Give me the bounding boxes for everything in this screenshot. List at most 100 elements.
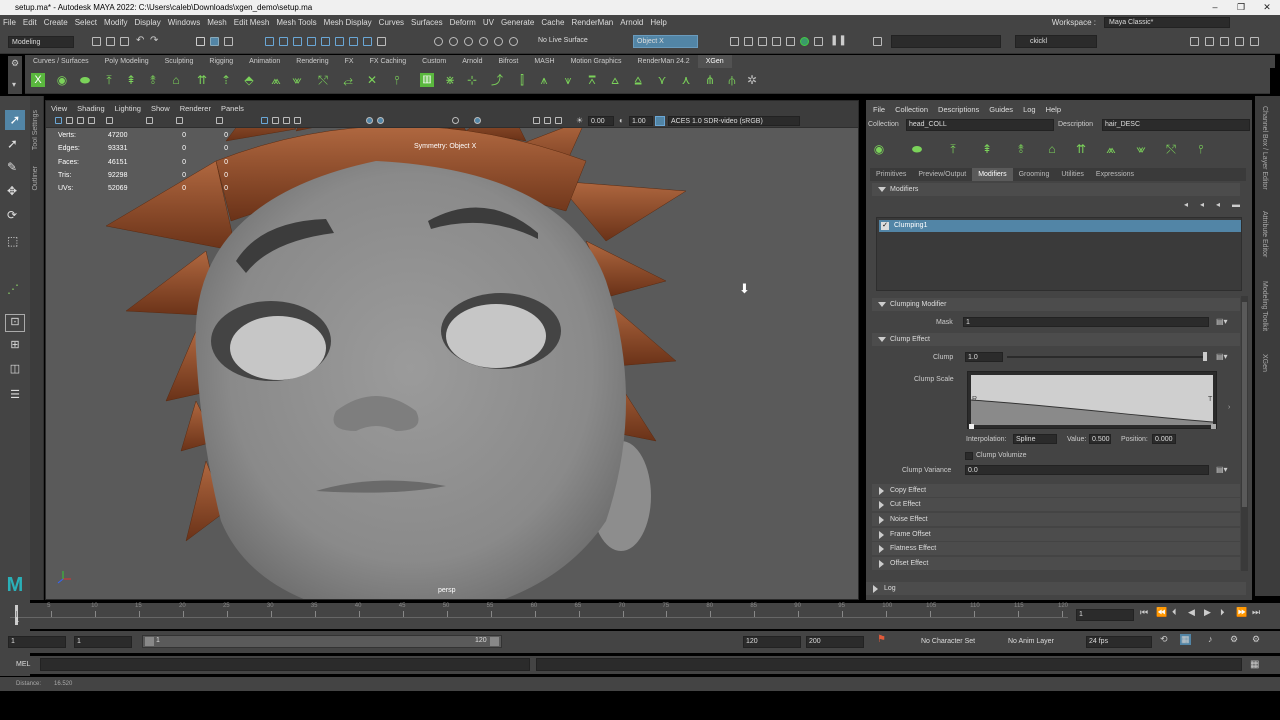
modifier-enable-checkbox[interactable]: ✓ — [881, 222, 889, 230]
shelf-menu-icon[interactable]: ▾ — [12, 80, 16, 89]
tab-utilities[interactable]: Utilities — [1055, 168, 1090, 181]
xg-menu-log[interactable]: Log — [1018, 105, 1041, 114]
snap-grid-icon[interactable] — [434, 37, 443, 46]
move-tool-icon[interactable]: ✥ — [7, 184, 17, 198]
groom-clump-icon[interactable]: ⩠ — [631, 73, 645, 87]
xg-clump-icon[interactable]: ⫯ — [1194, 142, 1208, 156]
groom-grab-icon[interactable]: ⩛ — [561, 73, 575, 87]
vp-menu-panels[interactable]: Panels — [216, 104, 249, 113]
shelf-tab-curves[interactable]: Curves / Surfaces — [25, 55, 97, 68]
groom-length-icon[interactable]: ⤴ — [490, 73, 504, 87]
step-back-frame-icon[interactable]: ⏴ — [1172, 607, 1177, 618]
render-view-icon[interactable] — [730, 37, 739, 46]
rotate-tool-icon[interactable]: ⟳ — [7, 208, 17, 222]
attribute-editor-tab[interactable]: Attribute Editor — [1261, 211, 1268, 257]
fps-dropdown[interactable]: 24 fps — [1086, 636, 1152, 648]
attribute-editor-icon[interactable] — [1220, 37, 1229, 46]
groom-select-icon[interactable]: ⋔ — [703, 73, 717, 87]
tab-modifiers[interactable]: Modifiers — [972, 168, 1013, 181]
flip-guides-icon[interactable]: ⤲ — [316, 73, 330, 87]
menu-arnold[interactable]: Arnold — [617, 18, 647, 27]
select-component-icon[interactable] — [224, 37, 233, 46]
menu-edit[interactable]: Edit — [20, 18, 41, 27]
modeling-toolkit-tab[interactable]: Modeling Toolkit — [1261, 281, 1268, 331]
clump-slider-track[interactable] — [1007, 352, 1207, 361]
xg-menu-file[interactable]: File — [868, 105, 890, 114]
shelf-tab-poly-modeling[interactable]: Poly Modeling — [97, 55, 157, 68]
shelf-settings-icon[interactable]: ⚙ — [11, 58, 19, 69]
guides-tool-icon[interactable]: ⥉ — [146, 73, 160, 87]
vp-menu-renderer[interactable]: Renderer — [175, 104, 216, 113]
lock-icon[interactable] — [377, 37, 386, 46]
select-tool-icon[interactable]: ➚ — [5, 110, 25, 130]
move-down-icon[interactable]: ◂ — [1200, 200, 1204, 209]
xg-convert-icon[interactable]: ⩖ — [1134, 142, 1148, 156]
ipr-render-icon[interactable] — [758, 37, 767, 46]
layer-icon[interactable]: ⬘ — [242, 73, 256, 87]
menu-deform[interactable]: Deform — [447, 18, 480, 27]
tab-expressions[interactable]: Expressions — [1090, 168, 1140, 181]
shelf-tab-rigging[interactable]: Rigging — [201, 55, 241, 68]
select-object-icon[interactable] — [210, 37, 219, 46]
mask-menu-icon[interactable]: ▤▾ — [1216, 317, 1228, 326]
select-hierarchy-icon[interactable] — [196, 37, 205, 46]
delete-modifier-icon[interactable]: ▬ — [1232, 200, 1240, 209]
menu-uv[interactable]: UV — [480, 18, 498, 27]
xg-grab-icon[interactable]: ⇈ — [1074, 142, 1088, 156]
ramp-key-start[interactable] — [969, 424, 974, 429]
menu-generate[interactable]: Generate — [498, 18, 538, 27]
vp-ao-icon[interactable] — [544, 117, 551, 124]
shelf-tab-motion-graphics[interactable]: Motion Graphics — [563, 55, 630, 68]
vp-aa-icon[interactable] — [555, 117, 562, 124]
mask-surfaces-icon[interactable] — [307, 37, 316, 46]
xg-menu-guides[interactable]: Guides — [984, 105, 1018, 114]
vp-xray-icon[interactable] — [474, 117, 481, 124]
cut-effect-header[interactable]: Cut Effect — [872, 498, 1240, 511]
menu-curves[interactable]: Curves — [376, 18, 408, 27]
groom-smooth-icon[interactable]: ⩞ — [585, 73, 599, 87]
symmetry-dropdown[interactable]: Object X — [633, 35, 698, 48]
character-set-dropdown[interactable]: No Character Set — [905, 636, 987, 648]
outliner-layout-icon[interactable]: ☰ — [5, 388, 25, 406]
menu-windows[interactable]: Windows — [165, 18, 204, 27]
preview-icon[interactable]: ▥ — [420, 73, 434, 87]
groom-extra-icon[interactable]: ✲ — [745, 73, 759, 87]
sidebar-toggle-icon[interactable] — [873, 37, 882, 46]
play-backward-icon[interactable]: ◀ — [1188, 607, 1195, 618]
vp-camera-attr-icon[interactable] — [66, 117, 73, 124]
undo-icon[interactable]: ↶ — [136, 35, 144, 46]
ramp-value-field[interactable]: 0.500 — [1089, 434, 1111, 444]
mask-joints-icon[interactable] — [279, 37, 288, 46]
tool-settings-tab[interactable]: Tool Settings — [32, 110, 39, 150]
anim-layer-dropdown[interactable]: No Anim Layer — [992, 636, 1074, 648]
ramp-expand-icon[interactable]: › — [1228, 404, 1230, 411]
select-description-icon[interactable]: ⬬ — [78, 73, 92, 87]
channel-box-tab[interactable]: Channel Box / Layer Editor — [1261, 106, 1268, 190]
four-view-icon[interactable]: ⊞ — [5, 338, 25, 356]
script-editor-icon[interactable]: ▦ — [1250, 659, 1259, 670]
clump-scale-ramp[interactable]: R T — [967, 371, 1217, 429]
vp-isolate-icon[interactable] — [452, 117, 459, 124]
select-guides-icon[interactable]: ⇞ — [124, 73, 138, 87]
cache-playback-icon[interactable]: ▦ — [1180, 634, 1191, 645]
tab-grooming[interactable]: Grooming — [1013, 168, 1056, 181]
smooth-guides-icon[interactable]: ⇡ — [219, 73, 233, 87]
loop-icon[interactable]: ⟲ — [1160, 634, 1168, 645]
workspace-dropdown[interactable]: Maya Classic* — [1104, 17, 1230, 28]
vp-shadows-icon[interactable] — [377, 117, 384, 124]
open-scene-icon[interactable] — [106, 37, 115, 46]
vp-select-camera-icon[interactable] — [55, 117, 62, 124]
sculpt-guides-icon[interactable]: ⌂ — [169, 73, 183, 87]
range-bar[interactable]: 1 120 — [142, 635, 502, 648]
menu-help[interactable]: Help — [647, 18, 670, 27]
anim-prefs-icon[interactable]: ⚙ — [1230, 634, 1238, 645]
mirror-guides-icon[interactable]: ⥄ — [341, 73, 355, 87]
xg-cut-icon[interactable]: ⤲ — [1164, 142, 1178, 156]
copy-effect-header[interactable]: Copy Effect — [872, 484, 1240, 497]
command-search-field[interactable] — [891, 35, 1001, 48]
guides-to-curves-icon[interactable]: ⩕ — [269, 73, 283, 87]
step-forward-key-icon[interactable]: ⏩ — [1236, 607, 1247, 618]
vp-textured-icon[interactable] — [283, 117, 290, 124]
anim-end-field[interactable]: 200 — [806, 636, 864, 648]
flatness-effect-header[interactable]: Flatness Effect — [872, 542, 1240, 555]
